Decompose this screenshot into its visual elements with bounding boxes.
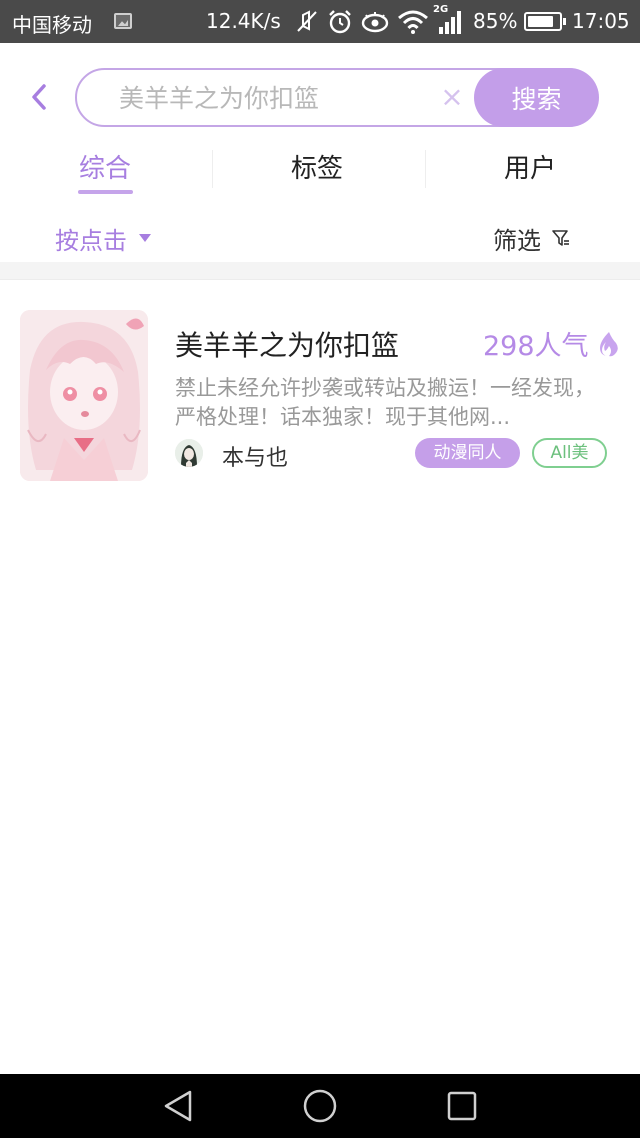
filter-label: 筛选 <box>493 226 541 255</box>
filter-icon <box>552 230 569 246</box>
mute-icon <box>297 10 317 32</box>
nav-recents-button[interactable] <box>442 1088 482 1124</box>
cover-image[interactable] <box>20 310 148 481</box>
system-nav-bar <box>0 1074 640 1138</box>
tab-users[interactable]: 用户 <box>485 148 575 208</box>
search-input[interactable] <box>119 80 439 116</box>
signal-icon <box>439 11 461 34</box>
popularity-label: 298人气 <box>483 331 589 362</box>
tag-character[interactable]: All美 <box>532 438 607 468</box>
chevron-left-icon <box>32 84 46 110</box>
result-description: 禁止未经允许抄袭或转站及搬运！一经发现，严格处理！话本独家！现于其他网... <box>175 376 595 429</box>
search-button[interactable]: 搜索 <box>474 68 599 127</box>
search-box: × 搜索 <box>75 68 599 127</box>
nav-back-button[interactable] <box>158 1088 198 1124</box>
result-card[interactable]: 美羊羊之为你扣篮 298人气 禁止未经允许抄袭或转站及搬运！一经发现，严格处理！… <box>0 300 640 492</box>
triangle-back-icon <box>164 1090 192 1122</box>
eye-icon <box>361 12 389 33</box>
wifi-icon <box>398 10 428 34</box>
sort-dropdown[interactable]: 按点击 <box>55 220 151 256</box>
tag-category[interactable]: 动漫同人 <box>415 438 520 468</box>
square-recents-icon <box>447 1091 477 1121</box>
image-notification-icon <box>114 13 132 29</box>
nav-home-button[interactable] <box>300 1088 340 1124</box>
battery-icon <box>524 12 566 31</box>
caret-down-icon <box>139 234 151 242</box>
result-title[interactable]: 美羊羊之为你扣篮 <box>175 324 399 364</box>
clear-icon[interactable]: × <box>439 83 465 111</box>
flame-icon <box>599 331 618 356</box>
filter-button[interactable]: 筛选 <box>493 220 571 256</box>
carrier-name: 中国移动 <box>12 13 92 37</box>
battery-percent: 85% <box>473 9 518 33</box>
avatar-image <box>175 439 203 467</box>
battery-fill <box>528 16 553 27</box>
author-name[interactable]: 本与也 <box>222 440 288 472</box>
popularity-count: 298人气 <box>483 324 619 363</box>
back-button[interactable] <box>22 80 56 114</box>
status-bar: 中国移动 12.4K/s 2G 85% 17:05 <box>0 0 640 43</box>
clock: 17:05 <box>572 9 630 33</box>
tab-divider <box>425 150 426 188</box>
cover-illustration <box>20 310 148 481</box>
tab-comprehensive[interactable]: 综合 <box>60 148 150 208</box>
tab-divider <box>212 150 213 188</box>
result-tabs: 综合 标签 用户 <box>0 138 640 198</box>
author-avatar[interactable] <box>175 439 203 467</box>
sort-label: 按点击 <box>55 226 127 255</box>
active-tab-indicator <box>78 190 133 194</box>
section-divider <box>0 262 640 280</box>
alarm-icon <box>329 10 351 34</box>
tab-tags[interactable]: 标签 <box>272 148 362 208</box>
network-speed: 12.4K/s <box>206 9 281 33</box>
circle-home-icon <box>303 1089 337 1123</box>
